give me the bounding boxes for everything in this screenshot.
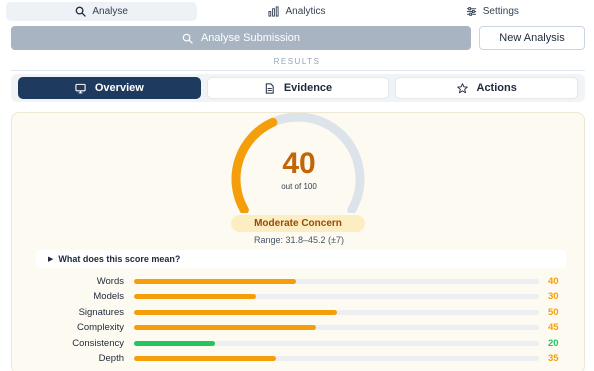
metric-bar-fill: [134, 340, 215, 346]
tab-analytics[interactable]: Analytics: [201, 2, 392, 21]
metric-row: Consistency 20: [12, 336, 586, 351]
metric-label: Depth: [98, 352, 124, 364]
new-analysis-button[interactable]: New Analysis: [479, 26, 585, 50]
score-range: Range: 31.8–45.2 (±7): [254, 235, 344, 245]
metric-bar-fill: [134, 355, 276, 361]
metric-row: Complexity 45: [12, 320, 586, 335]
tab-overview[interactable]: Overview: [18, 77, 201, 99]
tab-actions-label: Actions: [476, 82, 517, 94]
tab-actions[interactable]: Actions: [395, 77, 579, 99]
results-heading: RESULTS: [273, 57, 321, 66]
tab-settings-label: Settings: [482, 6, 519, 17]
metric-label: Models: [93, 291, 124, 303]
search-icon: [182, 33, 193, 44]
tab-analytics-label: Analytics: [285, 6, 326, 17]
search-icon: [76, 6, 87, 17]
metric-bar-track: [134, 294, 539, 300]
document-icon: [265, 82, 274, 94]
metric-bar-fill: [134, 309, 337, 315]
metric-bar-fill: [134, 279, 296, 284]
metric-value: 35: [548, 352, 559, 364]
metric-label: Words: [96, 276, 124, 287]
status-badge: Moderate Concern: [231, 215, 365, 232]
metric-value: 20: [548, 337, 559, 349]
tab-overview-label: Overview: [94, 82, 144, 94]
metric-label: Signatures: [78, 306, 124, 318]
score-out-of: out of 100: [281, 182, 317, 191]
view-tabs: Overview Evidence Actions: [11, 74, 585, 102]
metric-bar-fill: [134, 294, 256, 300]
metric-value: 40: [548, 276, 559, 287]
score-explanation-toggle[interactable]: ▶ What does this score mean?: [36, 250, 566, 268]
metric-value: 45: [548, 322, 559, 334]
metric-label: Complexity: [77, 322, 124, 334]
metric-row: Signatures 50: [12, 305, 586, 320]
score-explanation-label: What does this score mean?: [58, 254, 181, 264]
metric-bar-track: [134, 325, 539, 331]
star-icon: [456, 82, 468, 93]
bar-chart-icon: [268, 6, 280, 17]
metric-bar-track: [134, 355, 539, 361]
metric-row: Words 40: [12, 274, 586, 289]
tab-analyse[interactable]: Analyse: [6, 2, 198, 21]
metric-row: Models 30: [12, 289, 586, 304]
tab-evidence[interactable]: Evidence: [206, 77, 390, 99]
sliders-icon: [466, 7, 476, 16]
monitor-icon: [75, 83, 86, 93]
metric-value: 50: [548, 306, 559, 318]
metric-value: 30: [548, 291, 559, 303]
metric-bar-track: [134, 309, 539, 315]
score-value: 40: [282, 147, 316, 180]
analyse-submission-label: Analyse Submission: [200, 32, 301, 44]
metric-bar-fill: [134, 325, 317, 331]
metric-list: Words 40 Models 30 Signatures 50 Complexity 45 C…: [12, 274, 586, 366]
metric-bar-track: [134, 279, 539, 284]
metric-bar-track: [134, 340, 539, 346]
triangle-right-icon: ▶: [48, 256, 54, 263]
top-nav: Analyse Analytics Settings: [0, 0, 594, 22]
new-analysis-label: New Analysis: [499, 32, 565, 44]
overview-panel: 40 out of 100 Moderate Concern Range: 31…: [11, 112, 585, 371]
divider: [11, 70, 585, 71]
tab-analyse-label: Analyse: [92, 6, 128, 17]
tab-settings[interactable]: Settings: [397, 2, 588, 21]
metric-row: Depth 35: [12, 351, 586, 366]
tab-evidence-label: Evidence: [283, 82, 333, 94]
analyse-submission-button[interactable]: Analyse Submission: [11, 26, 471, 50]
metric-label: Consistency: [72, 337, 124, 349]
